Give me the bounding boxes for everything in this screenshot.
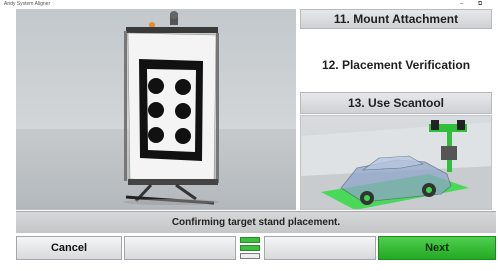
vehicle-calibration-illustration [300, 115, 492, 210]
toolbar-button-blank-2[interactable] [264, 236, 376, 260]
target-dot [175, 128, 191, 144]
progress-segment [240, 245, 260, 251]
step-mount-attachment[interactable]: 11. Mount Attachment [300, 9, 492, 29]
progress-segment [240, 237, 260, 243]
toolbar-button-blank-1[interactable] [124, 236, 236, 260]
app-window: Andy System Aligner – ⧉ 11. Mount Attach… [0, 0, 498, 271]
calibration-camera [457, 120, 465, 130]
main-3d-view [16, 9, 296, 210]
target-dot [175, 103, 191, 119]
window-title: Andy System Aligner [4, 1, 51, 7]
next-button[interactable]: Next [378, 236, 496, 260]
stand-shadow [123, 199, 219, 205]
stand-top-rail [126, 27, 218, 33]
step-placement-verification[interactable]: 12. Placement Verification [300, 30, 492, 99]
stand-bottom-rail [128, 179, 218, 185]
minimize-button[interactable]: – [460, 0, 463, 8]
wheel-target [364, 195, 370, 201]
title-bar: Andy System Aligner – ⧉ [0, 0, 498, 9]
bottom-toolbar: Cancel Next [16, 236, 496, 260]
status-bar: Confirming target stand placement. [16, 211, 496, 233]
stand-knob [170, 11, 178, 19]
calibration-camera [431, 120, 439, 130]
target-dot [148, 102, 164, 118]
cancel-button[interactable]: Cancel [16, 236, 122, 260]
step-progress-indicator [238, 236, 262, 260]
target-dot [148, 78, 164, 94]
steps-panel: 11. Mount Attachment 12. Placement Verif… [296, 9, 496, 210]
target-stand-illustration [123, 11, 219, 205]
target-dot [148, 127, 164, 143]
vehicle-calibration-svg [301, 120, 491, 209]
stand-left-pole [124, 31, 127, 181]
calibration-box [441, 146, 457, 160]
restore-button[interactable]: ⧉ [478, 0, 482, 8]
step-use-scantool[interactable]: 13. Use Scantool [300, 92, 492, 114]
stand-right-pole [216, 33, 219, 183]
target-dot [175, 79, 191, 95]
wheel-target [426, 187, 432, 193]
stand-leg [175, 183, 197, 201]
progress-segment [240, 253, 260, 259]
